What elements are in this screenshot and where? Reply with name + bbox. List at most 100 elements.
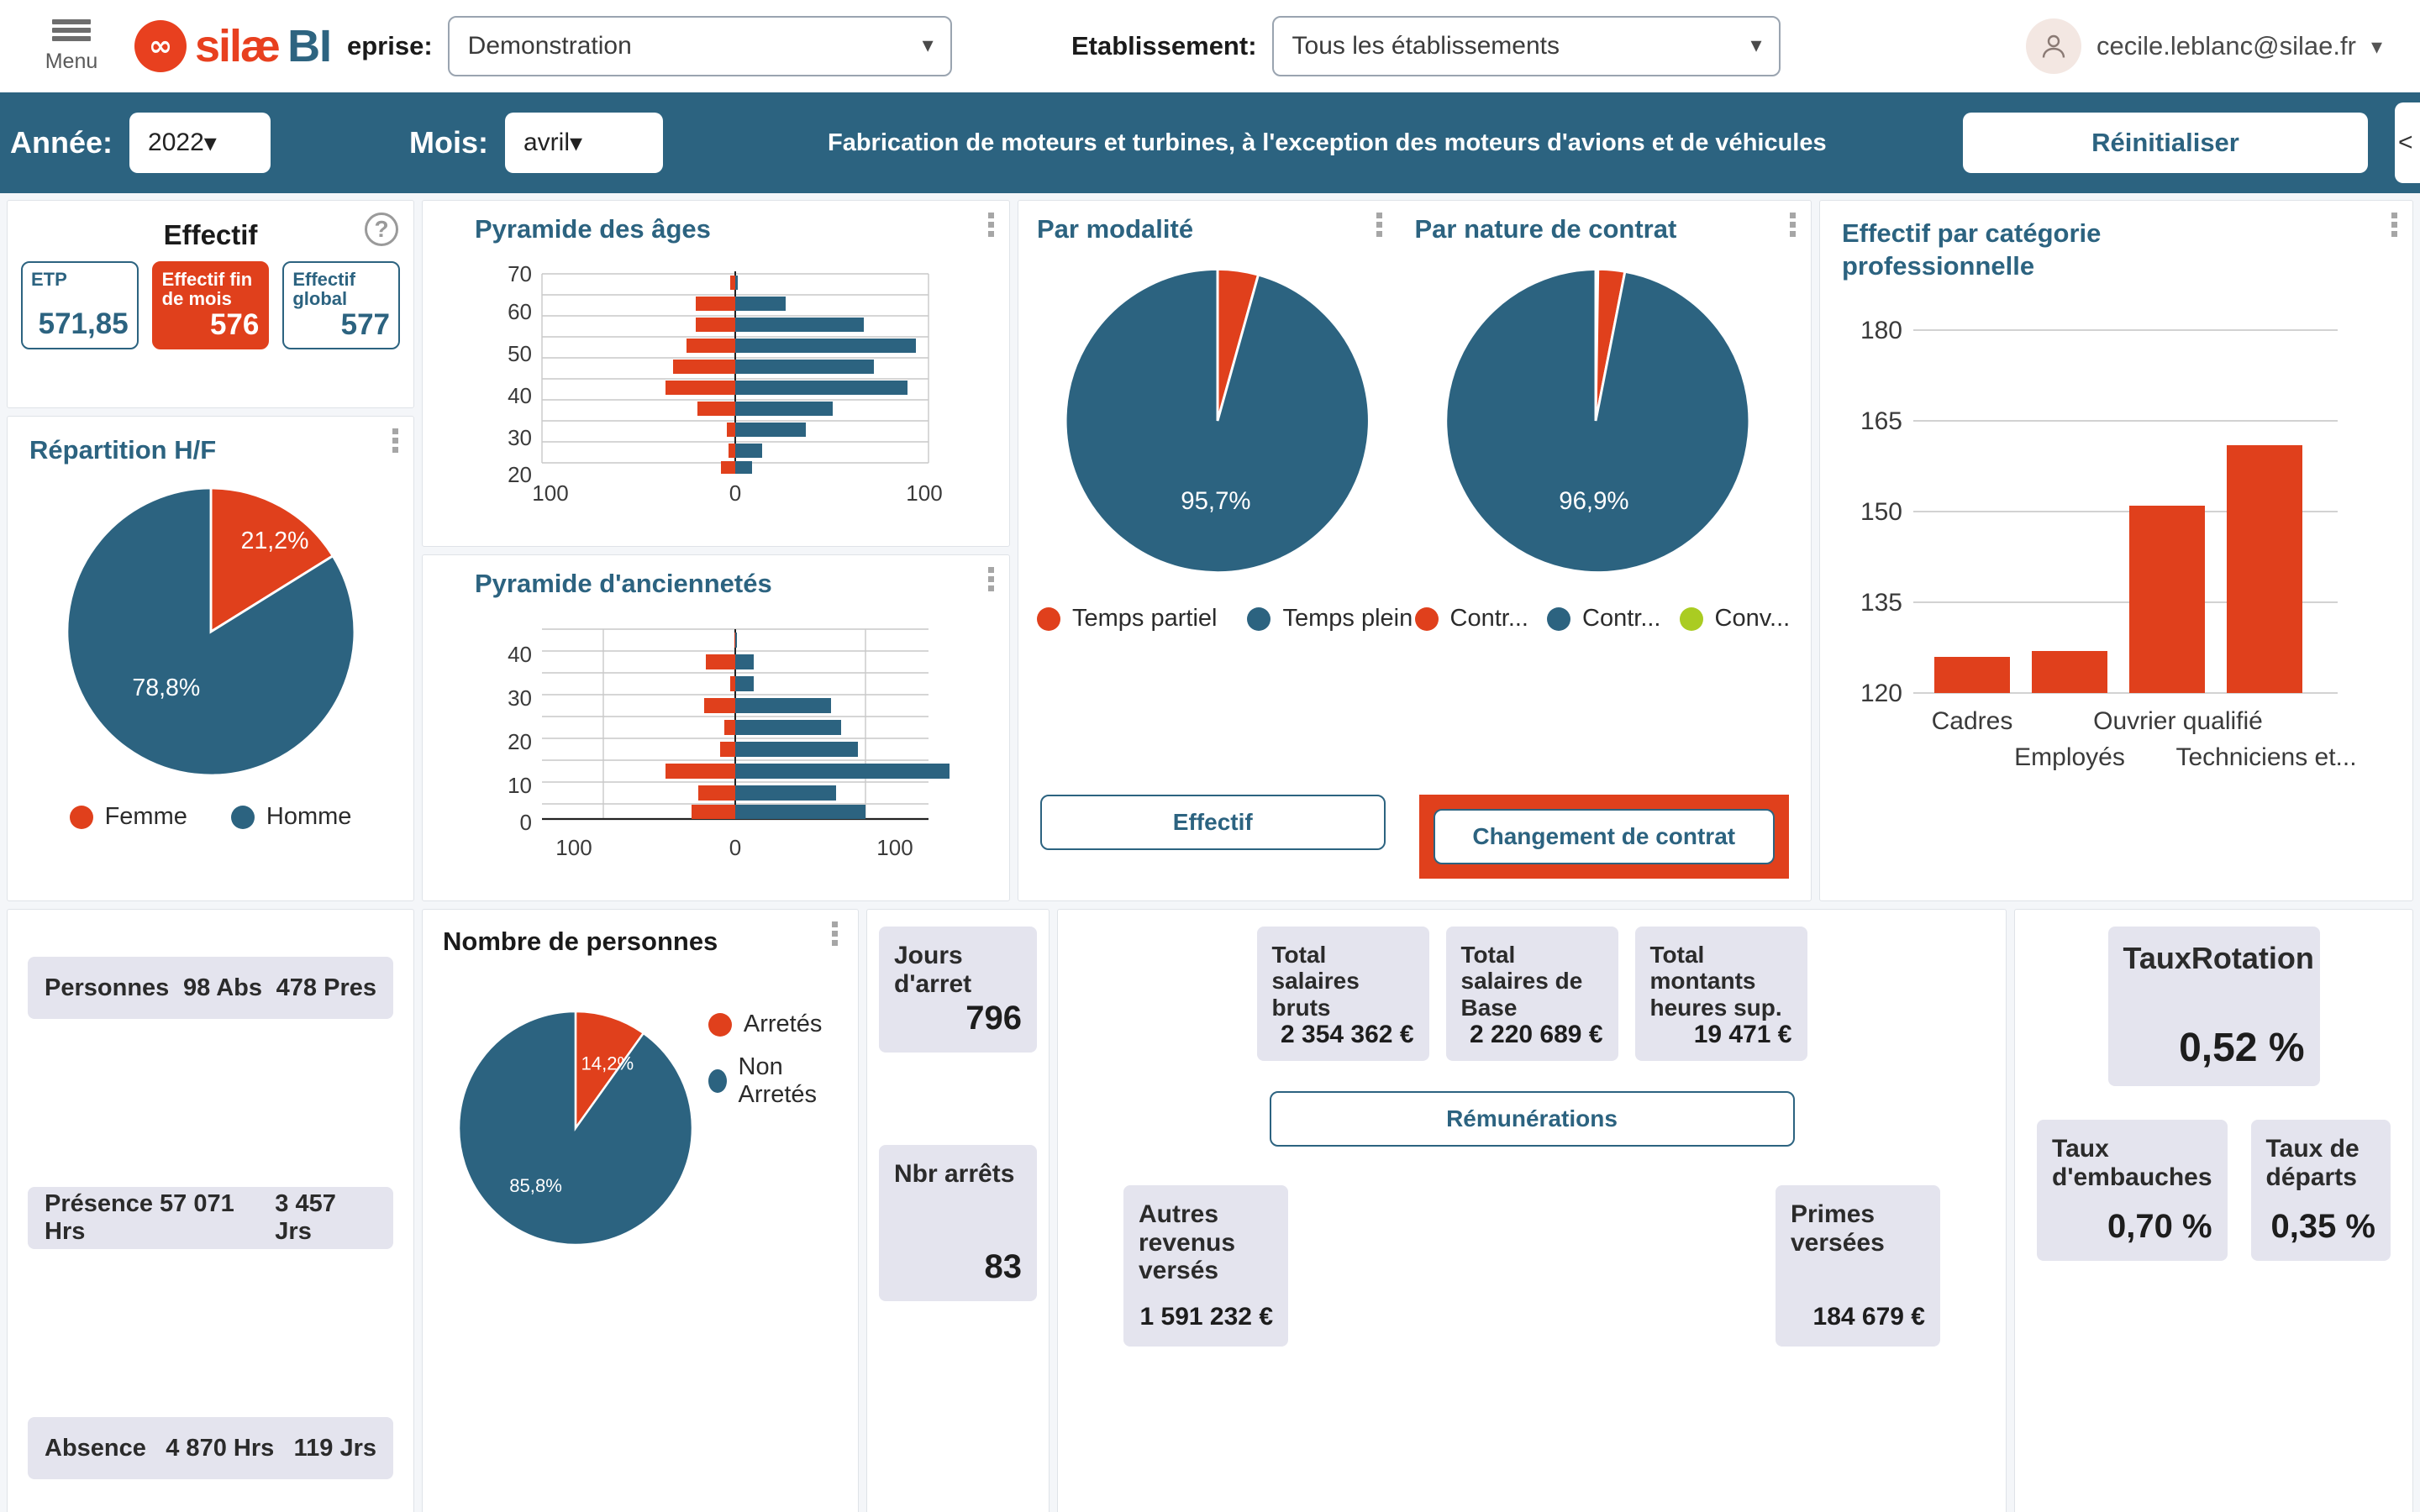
kpi-absence-hrs: 4 870 Hrs [166,1434,275,1462]
etablissement-select[interactable]: Tous les établissements ▾ [1271,16,1781,76]
collapse-panel-toggle[interactable]: < [2395,102,2420,183]
kpi-taux-departs-value: 0,35 % [2270,1208,2375,1245]
legend-item-arretes[interactable]: Arretés [708,1011,838,1038]
remunerations-button[interactable]: Rémunérations [1269,1091,1795,1147]
chevron-down-icon: ▾ [2370,33,2382,59]
rotation-panel: TauxRotation 0,52 % Taux d'embauches 0,7… [2014,909,2413,1512]
etablissement-value: Tous les établissements [1292,32,1560,60]
panel-menu-icon[interactable] [392,428,398,453]
menu-label: Menu [45,49,98,73]
avatar [2026,18,2082,74]
legend-swatch-contrat-1 [1414,606,1439,631]
kpi-total-salaires-base-value: 2 220 689 € [1470,1021,1603,1049]
user-menu[interactable]: cecile.leblanc@silae.fr ▾ [2026,18,2382,74]
legend-item-temps-plein[interactable]: Temps plein [1247,605,1413,633]
reset-button[interactable]: Réinitialiser [1963,113,2368,173]
par-nature-block: Par nature de contrat 96,9% Contr... Con… [1414,214,1793,633]
legend-item-contrat-1[interactable]: Contr... [1414,605,1529,633]
legend-label-temps-plein: Temps plein [1282,605,1413,632]
column-effectif: ? Effectif ETP 571,85 Effectif fin de mo… [7,200,414,901]
absenteisme-panel: Personnes 98 Abs 478 Pres Présence 57 07… [7,909,414,1512]
par-modalite-chart: 95,7% [1064,267,1370,575]
legend-item-homme[interactable]: Homme [230,803,351,831]
annee-label: Année: [10,125,113,160]
kpi-effectif-fin-value: 576 [209,308,260,342]
dashboard-row-2: Personnes 98 Abs 478 Pres Présence 57 07… [7,909,2413,1512]
entreprise-select[interactable]: Demonstration ▾ [447,16,952,76]
annee-select[interactable]: 2022 ▾ [129,113,271,173]
axis-tick-0: 0 [520,810,532,835]
axis-tick-30: 30 [508,425,532,450]
hamburger-icon [52,18,91,24]
menu-button[interactable]: Menu [25,18,118,74]
etablissement-label: Etablissement: [1071,31,1257,60]
help-icon[interactable]: ? [365,213,398,246]
legend-swatch-arretes [708,1012,732,1037]
legend-item-non-arretes[interactable]: Non Arretés [708,1053,838,1109]
legend-item-contrat-2[interactable]: Contr... [1547,605,1661,633]
axis-tick-60: 60 [508,299,532,324]
axis-tick-left-100: 100 [555,835,592,860]
axis-tick-120: 120 [1860,680,1902,707]
kpi-taux-embauches-value: 0,70 % [2107,1208,2212,1245]
etablissement-filter: Etablissement: Tous les établissements ▾ [1071,16,1781,76]
kpi-nbr-arrets-label: Nbr arrêts [894,1160,1015,1188]
kpi-autres-revenus-label: Autres revenus versés [1139,1200,1236,1285]
arrets-panel: Nombre de personnes 14,2% 85,8% Arretés … [422,909,859,1512]
legend-swatch-convention [1679,606,1703,631]
legend-label-contrat-1: Contr... [1449,605,1529,632]
chevron-down-icon: ▾ [203,129,217,157]
mois-select[interactable]: avril ▾ [505,113,663,173]
effectif-categorie-panel: Effectif par catégorie professionnelle 1… [1819,200,2413,901]
kpi-total-salaires-base-label: Total salaires de Base [1460,942,1583,1021]
kpi-presence-label: Présence 57 071 Hrs [45,1190,234,1245]
silae-logo-icon: ∞ [134,20,187,72]
effectif-title: Effectif [163,219,258,250]
kpi-effectif-global-label: Effectif global [292,269,355,310]
kpi-presence-row: Présence 57 071 Hrs 3 457 Jrs [28,1187,393,1249]
kpi-total-salaires-bruts-value: 2 354 362 € [1281,1021,1414,1049]
kpi-total-salaires-bruts: Total salaires bruts 2 354 362 € [1256,927,1429,1061]
panel-menu-icon[interactable] [2391,213,2397,237]
kpi-effectif-global[interactable]: Effectif global 577 [282,261,401,349]
legend-label-femme: Femme [104,803,187,830]
panel-menu-icon[interactable] [988,213,994,237]
pie-label-arretes: 14,2% [581,1053,634,1074]
kpi-jours-arret-label: Jours d'arret [894,942,972,998]
kpi-etp[interactable]: ETP 571,85 [21,261,139,349]
legend-item-convention[interactable]: Conv... [1679,605,1790,633]
legend-item-femme[interactable]: Femme [69,803,187,831]
dashboard-row-1: ? Effectif ETP 571,85 Effectif fin de mo… [7,200,2413,901]
changement-contrat-highlight: Changement de contrat [1418,795,1789,879]
panel-menu-icon[interactable] [988,567,994,591]
kpi-taux-embauches: Taux d'embauches 0,70 % [2037,1120,2228,1261]
kpi-autres-revenus: Autres revenus versés 1 591 232 € [1123,1185,1288,1347]
nombre-personnes-title: Nombre de personnes [443,927,718,956]
repartition-hf-legend: Femme Homme [29,803,392,831]
kpi-effectif-fin-de-mois[interactable]: Effectif fin de mois 576 [151,261,270,349]
category-label-employes: Employés [2014,743,2125,771]
filter-bar: Année: 2022 ▾ Mois: avril ▾ Fabrication … [0,92,2420,193]
axis-tick-180: 180 [1860,317,1902,344]
axis-tick-30: 30 [508,685,532,711]
kpi-etp-value: 571,85 [38,307,129,340]
pie-label-temps-plein: 95,7% [1181,487,1250,515]
axis-tick-20: 20 [508,462,532,487]
panel-menu-icon[interactable] [1790,213,1796,237]
changement-de-contrat-button[interactable]: Changement de contrat [1433,809,1775,864]
par-modalite-block: Par modalité 95,7% Temps partiel Temps p… [1037,214,1415,633]
legend-label-non-arretes: Non Arretés [738,1053,818,1108]
panel-menu-icon[interactable] [832,921,838,946]
effectif-button[interactable]: Effectif [1040,795,1386,850]
axis-tick-20: 20 [508,729,532,754]
kpi-presence-jrs: 3 457 Jrs [275,1190,336,1245]
legend-item-temps-partiel[interactable]: Temps partiel [1037,605,1217,633]
kpi-effectif-global-value: 577 [340,308,391,342]
kpi-total-salaires-base: Total salaires de Base 2 220 689 € [1445,927,1618,1061]
pyramide-anciennetes-chart: 40 30 20 10 0 100 0 100 [508,628,950,860]
kpi-total-heures-sup-value: 19 471 € [1693,1021,1792,1049]
column-pyramids: Pyramide des âges 70 60 50 40 30 20 100 … [422,200,1010,901]
legend-swatch-femme [69,805,93,829]
panel-menu-icon[interactable] [1376,213,1382,237]
bar-techniciens [2227,444,2302,693]
